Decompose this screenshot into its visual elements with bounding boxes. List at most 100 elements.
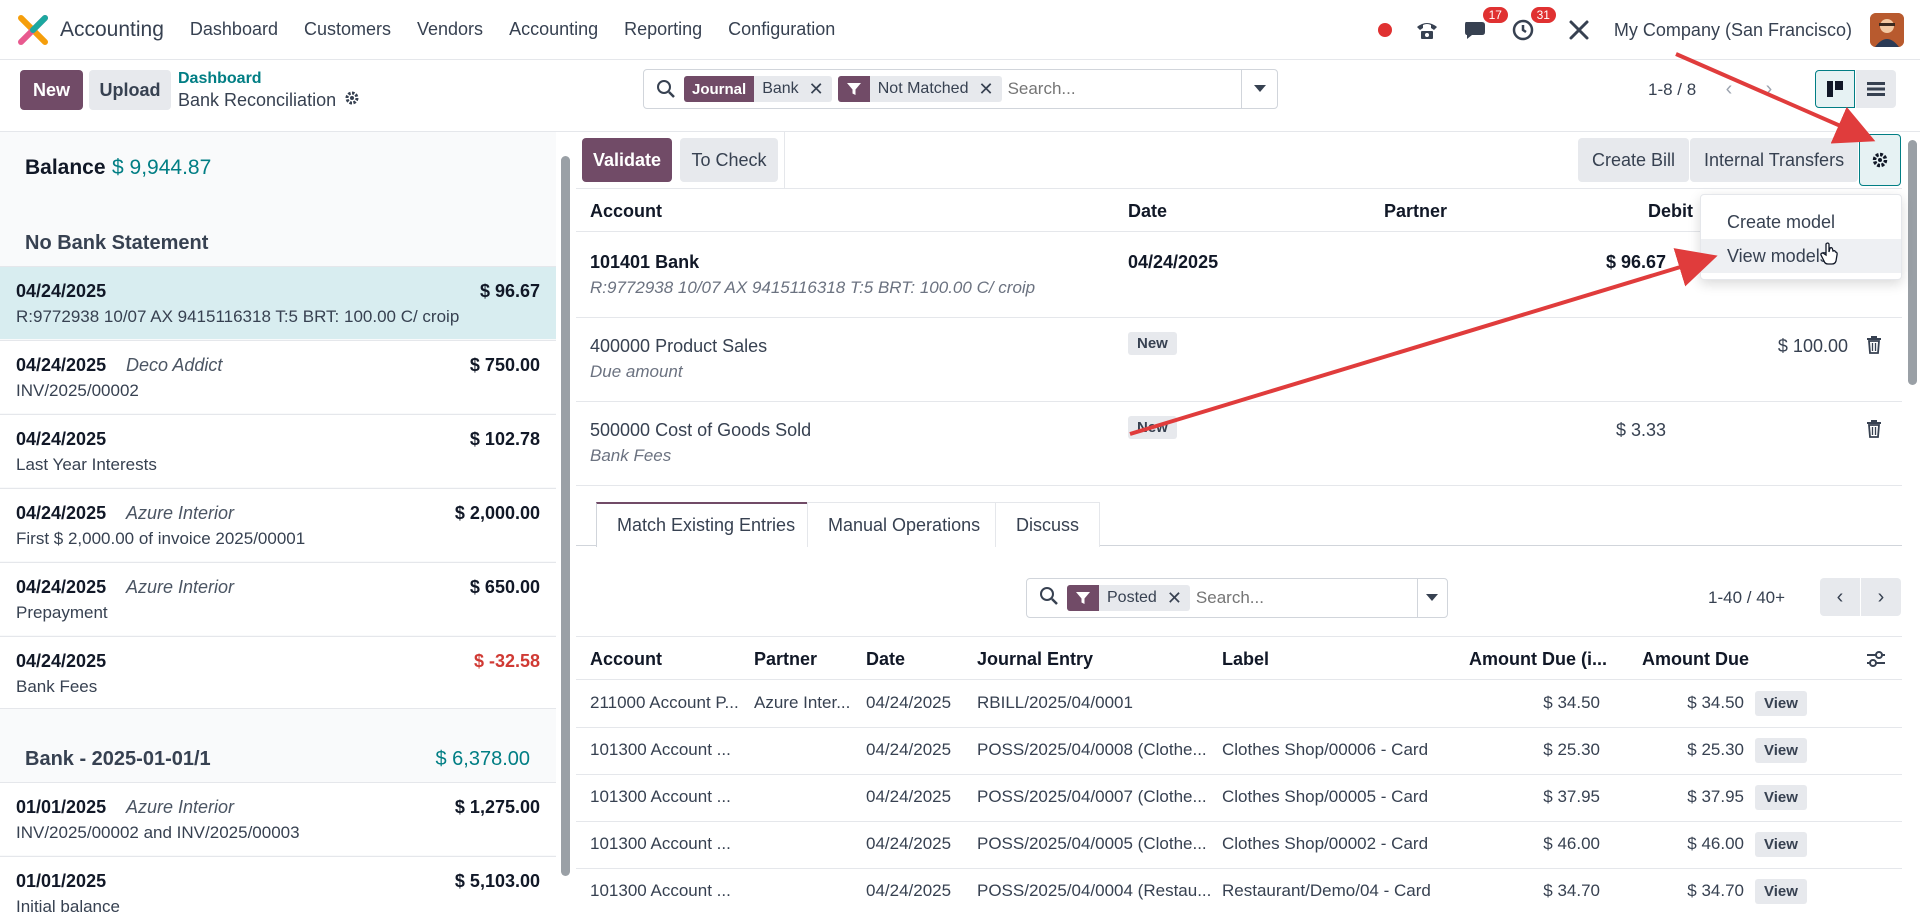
table-row[interactable]: 101300 Account ... 04/24/2025 POSS/2025/04… <box>576 728 1902 775</box>
to-check-button[interactable]: To Check <box>680 138 778 182</box>
tab-manual-operations[interactable]: Manual Operations <box>807 502 1002 547</box>
remove-facet-icon[interactable]: ✕ <box>976 79 1001 100</box>
menu-configuration[interactable]: Configuration <box>728 19 835 40</box>
table-row[interactable]: 101300 Account ... 04/24/2025 POSS/2025/04… <box>576 775 1902 822</box>
line-date: 04/24/2025 <box>1128 252 1219 272</box>
facet-value: Posted <box>1107 589 1157 606</box>
app-logo-icon[interactable] <box>18 14 48 45</box>
table-row[interactable]: 211000 Account P... Azure Inter... 04/24/2… <box>576 681 1902 728</box>
remove-facet-icon[interactable]: ✕ <box>1165 588 1190 609</box>
left-scrollbar[interactable] <box>561 156 570 876</box>
table-row[interactable]: 101300 Account ... 04/24/2025 POSS/2025/04… <box>576 869 1902 912</box>
recording-indicator-icon[interactable] <box>1377 23 1392 37</box>
statement-line[interactable]: 04/24/2025 $ -32.58 Bank Fees <box>0 636 556 709</box>
statement-line[interactable]: 04/24/2025 Deco Addict $ 750.00 INV/2025… <box>0 340 556 413</box>
search-facet-filter: Posted ✕ <box>1067 585 1190 611</box>
kanban-view-button[interactable] <box>1815 70 1855 108</box>
cell-account: 211000 Account P... <box>590 693 739 712</box>
create-bill-button[interactable]: Create Bill <box>1578 138 1690 182</box>
trash-icon[interactable] <box>1866 336 1884 356</box>
tab-discuss[interactable]: Discuss <box>995 502 1101 547</box>
pager-previous-icon[interactable]: ‹ <box>1712 72 1746 106</box>
reconcile-line[interactable]: 400000 Product Sales Due amount New $ 10… <box>576 318 1902 402</box>
pager-next-icon[interactable]: › <box>1861 578 1901 616</box>
tab-match-existing[interactable]: Match Existing Entries <box>596 502 817 547</box>
column-header[interactable]: Date <box>866 649 905 670</box>
search-input[interactable] <box>1007 79 1241 99</box>
column-header[interactable]: Account <box>590 201 662 222</box>
statement-line[interactable]: 01/01/2025 $ 5,103.00 Initial balance <box>0 856 556 912</box>
list-view-button[interactable] <box>1856 70 1896 108</box>
match-search-input[interactable] <box>1195 588 1417 608</box>
column-header[interactable]: Label <box>1222 649 1269 670</box>
breadcrumb-dashboard[interactable]: Dashboard <box>178 70 262 88</box>
create-model-menu-item[interactable]: Create model <box>1701 205 1901 239</box>
tools-icon[interactable] <box>1566 17 1592 43</box>
statement-line[interactable]: 04/24/2025 Azure Interior $ 2,000.00 Fir… <box>0 488 556 561</box>
pager-value[interactable]: 1-8 / 8 <box>1648 80 1696 100</box>
pager-previous-icon[interactable]: ‹ <box>1820 578 1860 616</box>
column-header[interactable]: Date <box>1128 201 1167 222</box>
line-credit: $ 100.00 <box>1777 336 1848 356</box>
statement-line[interactable]: 01/01/2025 Azure Interior $ 1,275.00 INV… <box>0 782 556 855</box>
cell-partner: Azure Inter... <box>754 693 851 712</box>
company-switcher[interactable]: My Company (San Francisco) <box>1614 20 1852 41</box>
line-partner: Azure Interior <box>126 503 235 523</box>
view-button[interactable]: View <box>1755 738 1807 763</box>
menu-reporting[interactable]: Reporting <box>624 19 702 40</box>
table-row[interactable]: 101300 Account ... 04/24/2025 POSS/2025/04… <box>576 822 1902 869</box>
chat-icon[interactable]: 17 <box>1462 7 1508 43</box>
view-button[interactable]: View <box>1755 785 1807 810</box>
statement-line[interactable]: 04/24/2025 $ 102.78 Last Year Interests <box>0 414 556 487</box>
menu-vendors[interactable]: Vendors <box>417 19 483 40</box>
column-header[interactable]: Account <box>590 649 662 670</box>
column-header[interactable]: Partner <box>1384 201 1447 222</box>
column-header[interactable]: Partner <box>754 649 817 670</box>
pager-next-icon[interactable]: › <box>1752 72 1786 106</box>
menu-accounting[interactable]: Accounting <box>509 19 598 40</box>
new-button[interactable]: New <box>20 70 83 110</box>
breadcrumb: Bank Reconciliation <box>178 90 360 111</box>
cell-amount-due: $ 46.00 <box>1687 834 1744 853</box>
line-debit: $ 96.67 <box>1605 252 1666 272</box>
match-pager-value[interactable]: 1-40 / 40+ <box>1708 588 1785 608</box>
statement-line[interactable]: 04/24/2025 Azure Interior $ 650.00 Prepa… <box>0 562 556 635</box>
user-avatar[interactable] <box>1870 13 1904 47</box>
right-scrollbar[interactable] <box>1908 140 1917 385</box>
search-options-toggle[interactable] <box>1241 70 1277 108</box>
new-badge: New <box>1128 332 1177 355</box>
remove-facet-icon[interactable]: ✕ <box>807 79 832 100</box>
column-header[interactable]: Amount Due <box>1642 649 1749 670</box>
column-header[interactable]: Amount Due (i... <box>1469 649 1607 670</box>
upload-button[interactable]: Upload <box>89 70 171 110</box>
phone-icon[interactable] <box>1414 17 1440 43</box>
view-button[interactable]: View <box>1755 879 1807 904</box>
reconcile-line[interactable]: 500000 Cost of Goods Sold Bank Fees New … <box>576 402 1902 486</box>
facet-label: Journal <box>684 76 755 102</box>
line-amount: $ 102.78 <box>469 429 540 449</box>
menu-customers[interactable]: Customers <box>304 19 391 40</box>
search-options-toggle[interactable] <box>1416 579 1447 617</box>
activity-badge: 31 <box>1530 7 1556 23</box>
line-date: 04/24/2025 <box>16 503 107 523</box>
cell-amount-due-currency: $ 37.95 <box>1543 787 1600 806</box>
view-button[interactable]: View <box>1755 832 1807 857</box>
gear-icon[interactable] <box>344 90 360 111</box>
app-name[interactable]: Accounting <box>60 18 164 42</box>
line-date: 04/24/2025 <box>16 651 107 671</box>
view-models-menu-item[interactable]: View models <box>1701 239 1901 273</box>
menu-dashboard[interactable]: Dashboard <box>190 19 278 40</box>
internal-transfers-button[interactable]: Internal Transfers <box>1690 138 1859 182</box>
activity-clock-icon[interactable]: 31 <box>1510 7 1556 43</box>
column-header[interactable]: Debit <box>1648 201 1693 222</box>
validate-button[interactable]: Validate <box>582 138 672 182</box>
optional-columns-icon[interactable] <box>1866 649 1886 674</box>
reconcile-models-gear-button[interactable] <box>1859 134 1901 186</box>
column-header[interactable]: Journal Entry <box>977 649 1093 670</box>
group-title: Bank - 2025-01-01/1 <box>25 748 211 770</box>
view-button[interactable]: View <box>1755 691 1807 716</box>
line-label: Initial balance <box>16 897 120 912</box>
statement-line[interactable]: 04/24/2025 $ 96.67 R:9772938 10/07 AX 94… <box>0 266 556 339</box>
line-partner: Azure Interior <box>126 577 235 597</box>
trash-icon[interactable] <box>1866 420 1884 440</box>
